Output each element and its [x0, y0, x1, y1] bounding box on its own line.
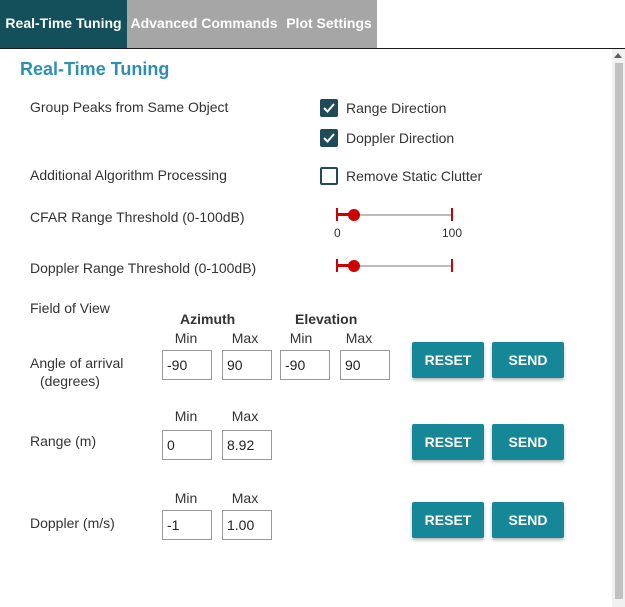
angle-reset-button[interactable]: RESET [412, 342, 484, 378]
azimuth-max-input[interactable] [222, 350, 272, 380]
doppler-label: Doppler (m/s) [30, 515, 115, 531]
additional-processing-label: Additional Algorithm Processing [30, 167, 227, 183]
slider-min-tick [336, 208, 338, 221]
tab-advanced-commands[interactable]: Advanced Commands [127, 0, 281, 48]
scroll-up-arrow-icon[interactable] [614, 53, 622, 58]
range-max-input[interactable] [222, 430, 272, 460]
slider-max-tick [451, 259, 453, 272]
azimuth-min-input[interactable] [162, 350, 212, 380]
slider-max-label: 100 [442, 277, 462, 279]
doppler-direction-label: Doppler Direction [346, 130, 455, 146]
range-min-header: Min [174, 408, 198, 424]
checkmark-icon [323, 133, 335, 143]
elevation-min-input[interactable] [280, 350, 330, 380]
elevation-max-input[interactable] [340, 350, 390, 380]
range-label: Range (m) [30, 433, 97, 449]
tab-real-time-tuning[interactable]: Real-Time Tuning [0, 0, 127, 48]
slider-max-tick [451, 208, 453, 221]
slider-min-tick [336, 259, 338, 272]
slider-min-label: 0 [334, 277, 341, 279]
range-direction-label: Range Direction [346, 100, 447, 116]
doppler-min-input[interactable] [162, 510, 212, 540]
remove-static-clutter-label: Remove Static Clutter [346, 168, 483, 184]
slider-max-label: 100 [442, 226, 462, 240]
range-max-header: Max [231, 408, 259, 424]
range-min-input[interactable] [162, 430, 212, 460]
azimuth-max-header: Max [231, 330, 259, 346]
doppler-send-button[interactable]: SEND [492, 502, 564, 538]
scrollbar-thumb[interactable] [615, 63, 623, 599]
angle-send-button[interactable]: SEND [492, 342, 564, 378]
range-direction-checkbox[interactable] [320, 99, 338, 117]
field-of-view-label: Field of View [30, 300, 110, 316]
slider-thumb[interactable] [348, 209, 361, 221]
vertical-scrollbar[interactable] [612, 49, 625, 607]
checkmark-icon [323, 103, 335, 113]
tab-plot-settings[interactable]: Plot Settings [281, 0, 377, 48]
cfar-range-label: CFAR Range Threshold (0-100dB) [30, 209, 245, 225]
panel-title: Real-Time Tuning [20, 59, 170, 79]
elevation-max-header: Max [345, 330, 373, 346]
elevation-header: Elevation [295, 311, 358, 327]
elevation-min-header: Min [289, 330, 313, 346]
slider-min-label: 0 [334, 226, 341, 240]
range-send-button[interactable]: SEND [492, 424, 564, 460]
doppler-min-header: Min [174, 490, 198, 506]
doppler-range-label: Doppler Range Threshold (0-100dB) [30, 260, 257, 276]
doppler-direction-checkbox[interactable] [320, 129, 338, 147]
remove-static-clutter-checkbox[interactable] [320, 167, 338, 185]
doppler-range-slider[interactable]: 0 100 [332, 255, 462, 279]
angle-of-arrival-label: Angle of arrival [30, 355, 124, 371]
slider-thumb[interactable] [348, 260, 361, 272]
range-reset-button[interactable]: RESET [412, 424, 484, 460]
cfar-range-slider[interactable]: 0 100 [332, 204, 462, 242]
tab-bar: Real-Time Tuning Advanced Commands Plot … [0, 0, 625, 49]
doppler-max-input[interactable] [222, 510, 272, 540]
azimuth-min-header: Min [174, 330, 198, 346]
angle-of-arrival-unit: (degrees) [40, 373, 100, 389]
doppler-reset-button[interactable]: RESET [412, 502, 484, 538]
group-peaks-label: Group Peaks from Same Object [30, 99, 229, 115]
azimuth-header: Azimuth [180, 311, 236, 327]
doppler-max-header: Max [231, 490, 259, 506]
